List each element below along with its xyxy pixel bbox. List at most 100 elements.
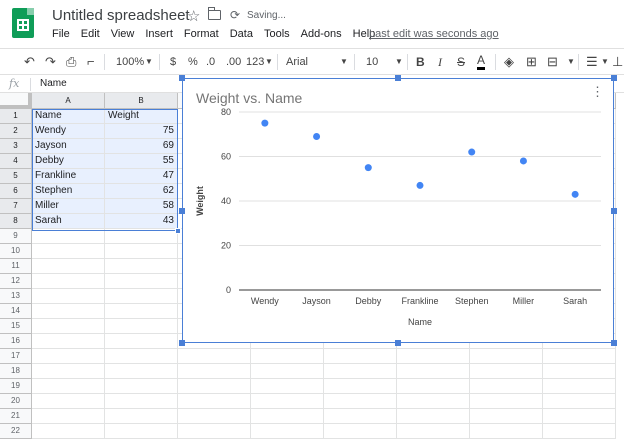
currency-button[interactable]: $	[170, 54, 176, 70]
cell-a8[interactable]: Sarah	[32, 214, 105, 229]
cell-b18[interactable]	[105, 364, 178, 379]
menu-insert[interactable]: Insert	[145, 28, 173, 40]
cell-b8[interactable]: 43	[105, 214, 178, 229]
cell-b19[interactable]	[105, 379, 178, 394]
cell-g17[interactable]	[470, 349, 543, 364]
column-header-a[interactable]: A	[32, 93, 105, 109]
cell-a12[interactable]	[32, 274, 105, 289]
increase-decimals-button[interactable]: .00	[226, 54, 241, 70]
cell-f18[interactable]	[397, 364, 470, 379]
text-color-button[interactable]: A	[477, 54, 486, 70]
print-icon[interactable]: ⎙	[66, 54, 76, 70]
chart-resize-handle[interactable]	[179, 340, 185, 346]
cell-c19[interactable]	[178, 379, 251, 394]
row-header-14[interactable]: 14	[0, 304, 32, 319]
cell-a19[interactable]	[32, 379, 105, 394]
cell-h22[interactable]	[543, 424, 616, 439]
cell-b16[interactable]	[105, 334, 178, 349]
cell-a5[interactable]: Frankline	[32, 169, 105, 184]
cell-h17[interactable]	[543, 349, 616, 364]
cell-a3[interactable]: Jayson	[32, 139, 105, 154]
cell-g19[interactable]	[470, 379, 543, 394]
select-all-corner[interactable]	[0, 93, 32, 109]
percent-button[interactable]: %	[188, 54, 198, 70]
merge-cells-icon[interactable]: ⊟	[547, 54, 558, 70]
cell-b20[interactable]	[105, 394, 178, 409]
cell-b11[interactable]	[105, 259, 178, 274]
cell-d17[interactable]	[251, 349, 324, 364]
cell-f19[interactable]	[397, 379, 470, 394]
cell-g21[interactable]	[470, 409, 543, 424]
cell-b12[interactable]	[105, 274, 178, 289]
column-header-b[interactable]: B	[105, 93, 178, 109]
row-header-10[interactable]: 10	[0, 244, 32, 259]
cell-b10[interactable]	[105, 244, 178, 259]
cell-f22[interactable]	[397, 424, 470, 439]
cell-a17[interactable]	[32, 349, 105, 364]
chart-resize-handle[interactable]	[395, 75, 401, 81]
menu-data[interactable]: Data	[230, 28, 253, 40]
cell-d19[interactable]	[251, 379, 324, 394]
cell-h20[interactable]	[543, 394, 616, 409]
chart-resize-handle[interactable]	[611, 340, 617, 346]
cell-b15[interactable]	[105, 319, 178, 334]
formula-input[interactable]: Name	[40, 78, 67, 89]
row-header-7[interactable]: 7	[0, 199, 32, 214]
cell-a21[interactable]	[32, 409, 105, 424]
menu-addons[interactable]: Add-ons	[301, 28, 342, 40]
borders-icon[interactable]: ⊞	[526, 54, 537, 70]
redo-icon[interactable]: ↷	[45, 54, 56, 70]
cell-f17[interactable]	[397, 349, 470, 364]
chevron-down-icon[interactable]: ▼	[395, 54, 403, 70]
cell-a18[interactable]	[32, 364, 105, 379]
row-header-19[interactable]: 19	[0, 379, 32, 394]
row-header-8[interactable]: 8	[0, 214, 32, 229]
bold-button[interactable]: B	[416, 54, 425, 70]
cell-e20[interactable]	[324, 394, 397, 409]
cell-e22[interactable]	[324, 424, 397, 439]
row-header-18[interactable]: 18	[0, 364, 32, 379]
chevron-down-icon[interactable]: ▼	[340, 54, 348, 70]
chevron-down-icon[interactable]: ▼	[265, 54, 273, 70]
cell-e18[interactable]	[324, 364, 397, 379]
cell-c17[interactable]	[178, 349, 251, 364]
cell-b2[interactable]: 75	[105, 124, 178, 139]
sheets-logo-icon[interactable]	[12, 8, 34, 38]
paint-format-icon[interactable]: ⌐	[87, 54, 95, 70]
cell-a13[interactable]	[32, 289, 105, 304]
cell-a4[interactable]: Debby	[32, 154, 105, 169]
row-header-17[interactable]: 17	[0, 349, 32, 364]
cell-g22[interactable]	[470, 424, 543, 439]
cell-c18[interactable]	[178, 364, 251, 379]
scatter-chart[interactable]: Weight vs. Name ⋮ 0 20 40 60 80 Wendy Jayson De…	[179, 75, 617, 346]
row-header-6[interactable]: 6	[0, 184, 32, 199]
cell-b6[interactable]: 62	[105, 184, 178, 199]
row-header-16[interactable]: 16	[0, 334, 32, 349]
row-header-13[interactable]: 13	[0, 289, 32, 304]
valign-icon[interactable]: ⊥	[612, 54, 623, 70]
zoom-select[interactable]: 100%	[116, 54, 144, 70]
more-formats-button[interactable]: 123	[246, 54, 264, 70]
cell-e21[interactable]	[324, 409, 397, 424]
row-header-5[interactable]: 5	[0, 169, 32, 184]
menu-view[interactable]: View	[111, 28, 135, 40]
cell-e19[interactable]	[324, 379, 397, 394]
cell-c21[interactable]	[178, 409, 251, 424]
row-header-9[interactable]: 9	[0, 229, 32, 244]
row-header-3[interactable]: 3	[0, 139, 32, 154]
cell-e17[interactable]	[324, 349, 397, 364]
row-header-4[interactable]: 4	[0, 154, 32, 169]
italic-button[interactable]: I	[438, 54, 442, 70]
cell-a11[interactable]	[32, 259, 105, 274]
menu-file[interactable]: File	[52, 28, 70, 40]
cell-a2[interactable]: Wendy	[32, 124, 105, 139]
fill-handle[interactable]	[175, 228, 181, 234]
chart-resize-handle[interactable]	[179, 75, 185, 81]
folder-icon[interactable]	[208, 7, 221, 20]
chevron-down-icon[interactable]: ▼	[145, 54, 153, 70]
cell-d21[interactable]	[251, 409, 324, 424]
chart-resize-handle[interactable]	[179, 207, 185, 214]
cell-a1[interactable]: Name	[32, 109, 105, 124]
cell-a7[interactable]: Miller	[32, 199, 105, 214]
cell-a9[interactable]	[32, 229, 105, 244]
